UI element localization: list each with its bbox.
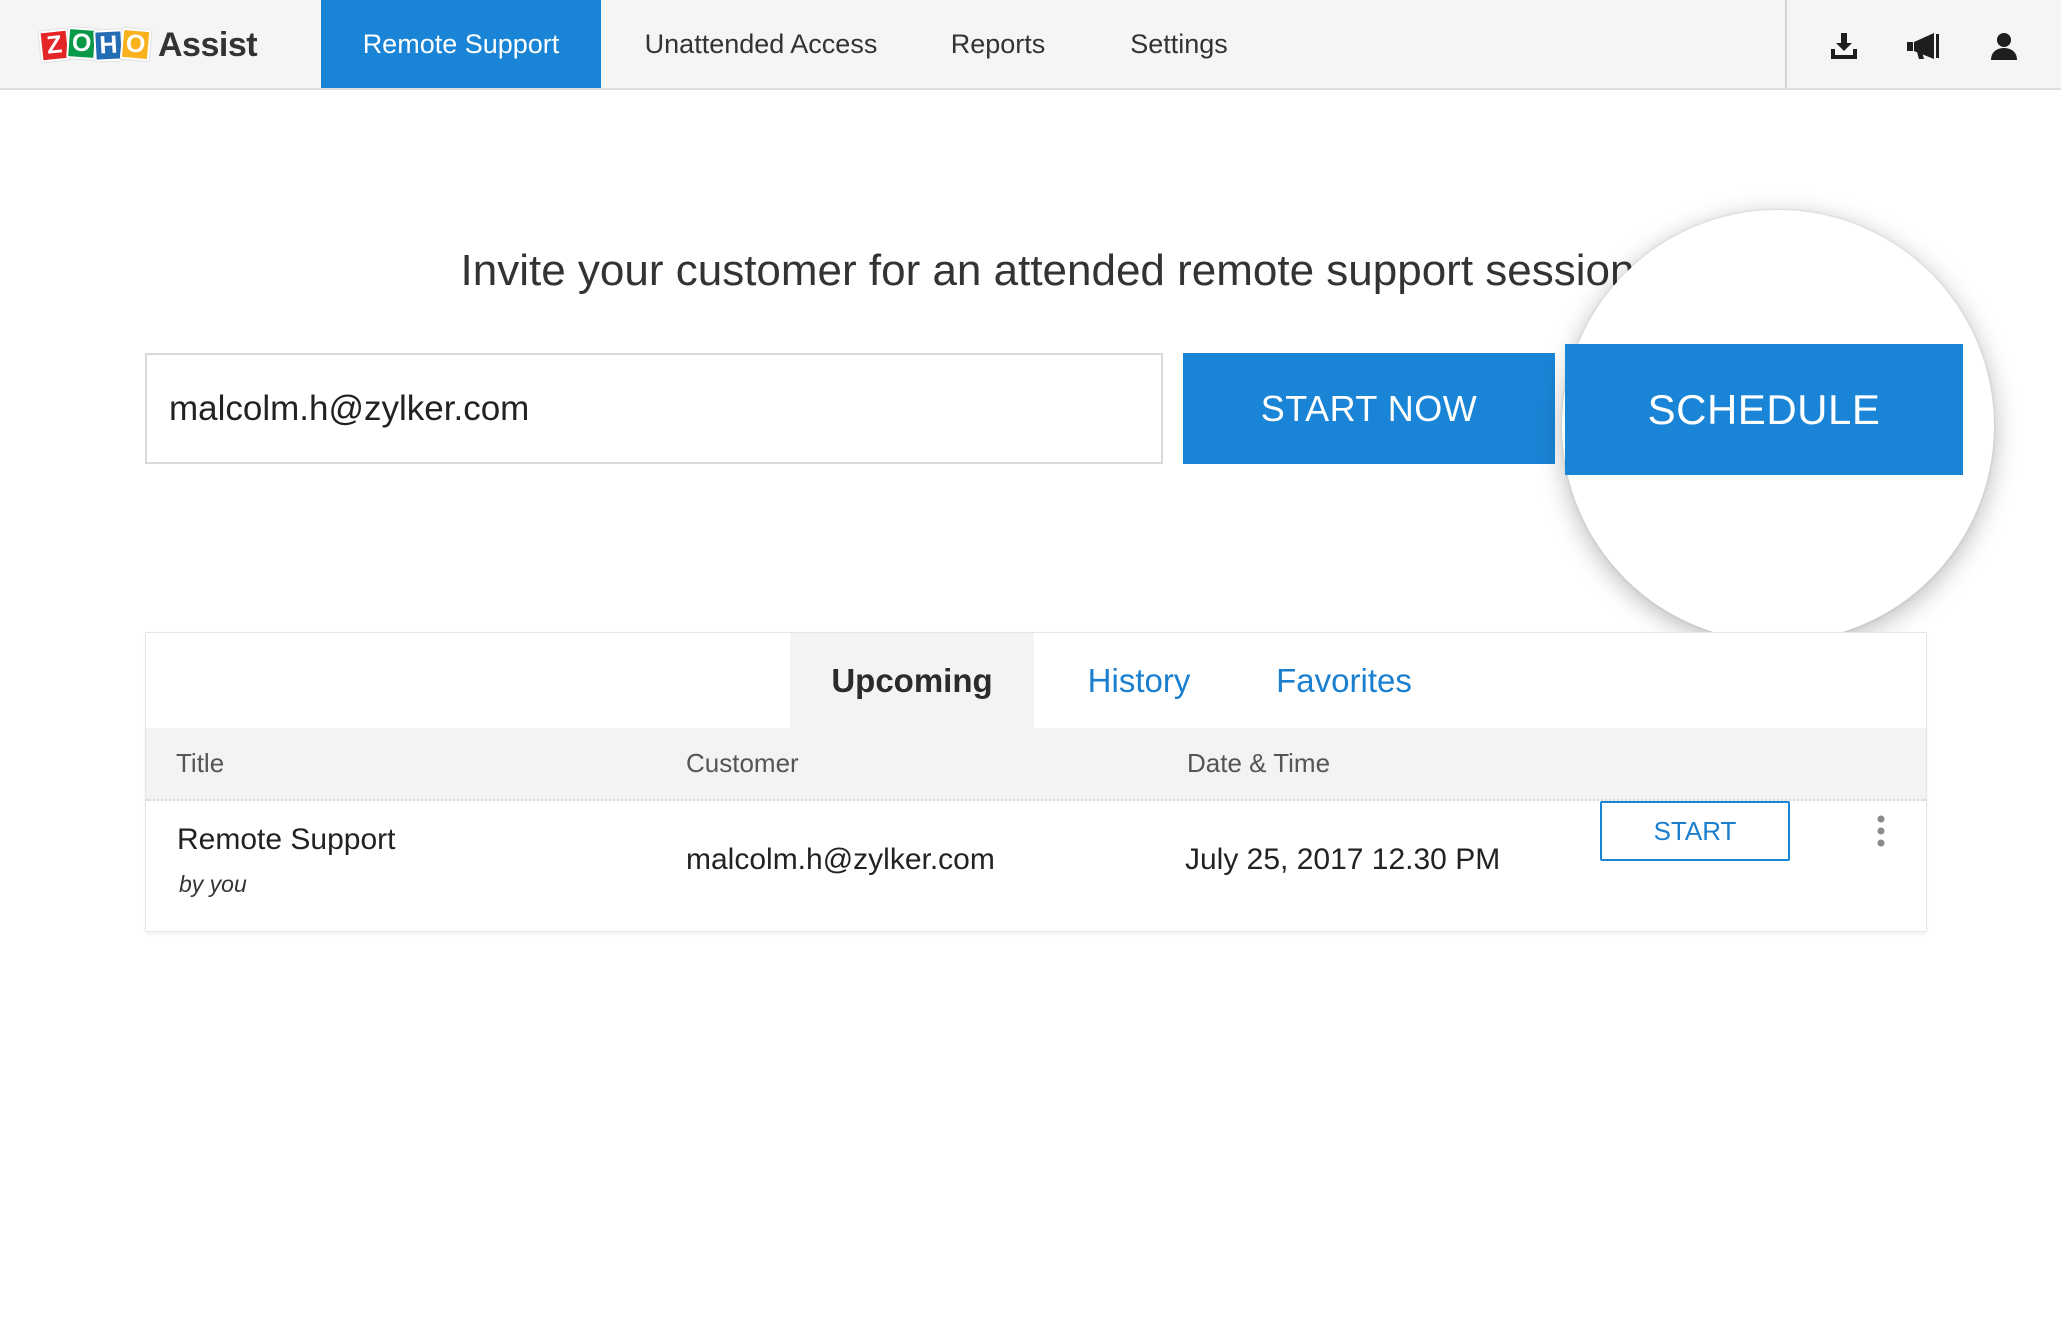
- tab-upcoming[interactable]: Upcoming: [790, 633, 1034, 728]
- zoho-logo-mark: Z O H O: [38, 26, 152, 62]
- table-row: Remote Support by you malcolm.h@zylker.c…: [146, 801, 1926, 931]
- session-date-time: July 25, 2017 12.30 PM: [1185, 843, 1501, 876]
- main-nav: Remote Support Unattended Access Reports…: [321, 0, 1283, 88]
- announcement-icon[interactable]: [1905, 30, 1943, 62]
- column-date-time: Date & Time: [1187, 748, 1331, 778]
- nav-settings[interactable]: Settings: [1075, 0, 1283, 88]
- nav-reports[interactable]: Reports: [921, 0, 1075, 88]
- user-icon[interactable]: [1988, 30, 2020, 62]
- sessions-panel: Upcoming History Favorites Title Custome…: [145, 632, 1927, 932]
- zoho-assist-logo[interactable]: Z O H O Assist: [38, 25, 258, 65]
- more-options-icon[interactable]: [1866, 813, 1896, 853]
- column-title: Title: [176, 748, 225, 778]
- schedule-button[interactable]: SCHEDULE: [1565, 344, 1963, 475]
- nav-unattended-access[interactable]: Unattended Access: [601, 0, 921, 88]
- sessions-tabs: Upcoming History Favorites: [146, 633, 1926, 728]
- session-customer: malcolm.h@zylker.com: [686, 843, 995, 876]
- table-header: Title Customer Date & Time: [146, 728, 1926, 801]
- session-owner: by you: [179, 871, 247, 897]
- download-icon[interactable]: [1828, 30, 1860, 62]
- start-session-button[interactable]: START: [1600, 801, 1790, 861]
- tab-history[interactable]: History: [1034, 633, 1244, 728]
- customer-email-input[interactable]: [145, 353, 1163, 464]
- start-now-button[interactable]: START NOW: [1183, 353, 1555, 464]
- tab-favorites[interactable]: Favorites: [1244, 633, 1444, 728]
- session-title: Remote Support: [177, 823, 396, 856]
- nav-divider: [1785, 0, 1787, 88]
- top-navigation-bar: Z O H O Assist Remote Support Unattended…: [0, 0, 2061, 90]
- logo-letter-o-2: O: [119, 27, 152, 61]
- nav-remote-support[interactable]: Remote Support: [321, 0, 601, 88]
- product-name: Assist: [158, 25, 258, 64]
- column-customer: Customer: [686, 748, 799, 778]
